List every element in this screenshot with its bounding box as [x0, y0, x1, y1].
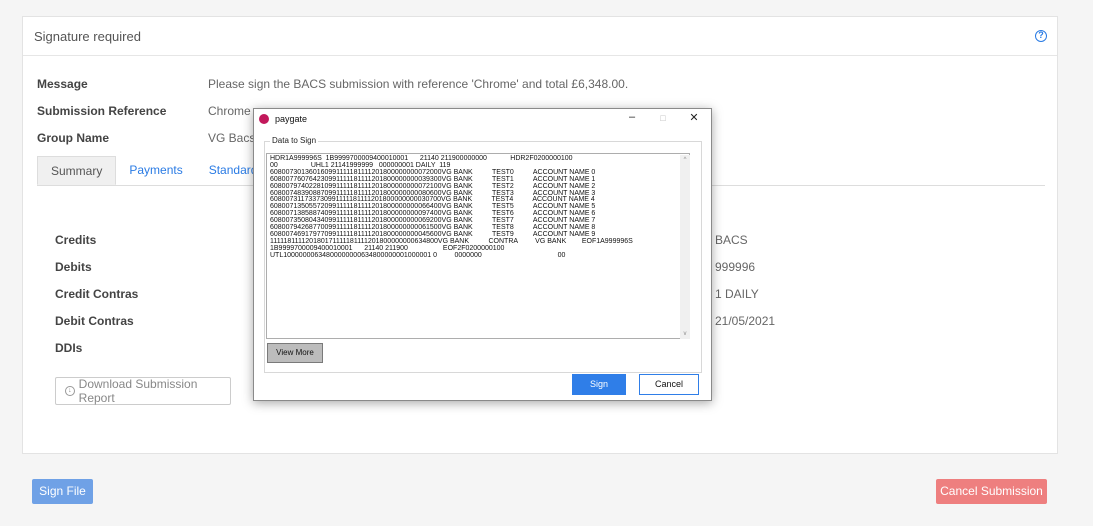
paygate-logo-icon: [259, 114, 269, 124]
group-value: VG Bacs: [208, 131, 256, 145]
data-to-sign-label: Data to Sign: [270, 136, 319, 145]
panel-header: Signature required: [23, 17, 1057, 56]
tab-bar: Summary Payments Standard18: [37, 156, 284, 185]
message-label: Message: [37, 77, 88, 91]
dialog-sign-button[interactable]: Sign: [572, 374, 626, 395]
maximize-icon[interactable]: □: [655, 113, 671, 123]
info-row-message: Message Please sign the BACS submission w…: [37, 77, 628, 91]
data-to-sign-textarea[interactable]: HDR1A999996S 1B9999700009400010001 21140…: [266, 153, 690, 339]
info-row-reference: Submission Reference Chrome: [37, 104, 251, 118]
message-value: Please sign the BACS submission with ref…: [208, 77, 629, 91]
credit-contras-label: Credit Contras: [55, 287, 139, 301]
info-row-group: Group Name VG Bacs: [37, 131, 255, 145]
dialog-cancel-button[interactable]: Cancel: [639, 374, 699, 395]
reference-label: Submission Reference: [37, 104, 167, 118]
tab-summary[interactable]: Summary: [37, 156, 117, 185]
summary-value: BACS: [715, 233, 748, 247]
minimize-icon[interactable]: –: [624, 111, 640, 123]
debits-label: Debits: [55, 260, 92, 274]
paygate-dialog: paygate – □ ✕ Data to Sign HDR1A999996S …: [253, 108, 712, 401]
scroll-up-icon[interactable]: ^: [680, 155, 690, 165]
dialog-title: paygate: [275, 114, 308, 124]
reference-value: Chrome: [208, 104, 251, 118]
scroll-down-icon[interactable]: v: [680, 329, 690, 339]
tab-payments[interactable]: Payments: [116, 156, 195, 185]
sign-file-button[interactable]: Sign File: [32, 479, 93, 504]
help-icon[interactable]: ?: [1035, 30, 1047, 42]
data-to-sign-group: Data to Sign HDR1A999996S 1B999970000940…: [264, 136, 702, 373]
textarea-scrollbar[interactable]: ^ v: [680, 155, 690, 339]
debit-contras-label: Debit Contras: [55, 314, 134, 328]
close-icon[interactable]: ✕: [686, 111, 702, 124]
view-more-button[interactable]: View More: [267, 343, 323, 363]
ddis-label: DDIs: [55, 341, 83, 355]
group-label: Group Name: [37, 131, 110, 145]
panel-title: Signature required: [34, 28, 141, 44]
download-report-button[interactable]: ↓ Download Submission Report: [55, 377, 231, 405]
summary-value: 999996: [715, 260, 756, 274]
dialog-titlebar[interactable]: paygate – □ ✕: [254, 109, 711, 130]
download-icon: ↓: [65, 386, 75, 396]
summary-value: 21/05/2021: [715, 314, 776, 328]
cancel-submission-button[interactable]: Cancel Submission: [936, 479, 1047, 504]
credits-label: Credits: [55, 233, 97, 247]
download-report-label: Download Submission Report: [78, 377, 198, 405]
summary-value: 1 DAILY: [715, 287, 759, 301]
